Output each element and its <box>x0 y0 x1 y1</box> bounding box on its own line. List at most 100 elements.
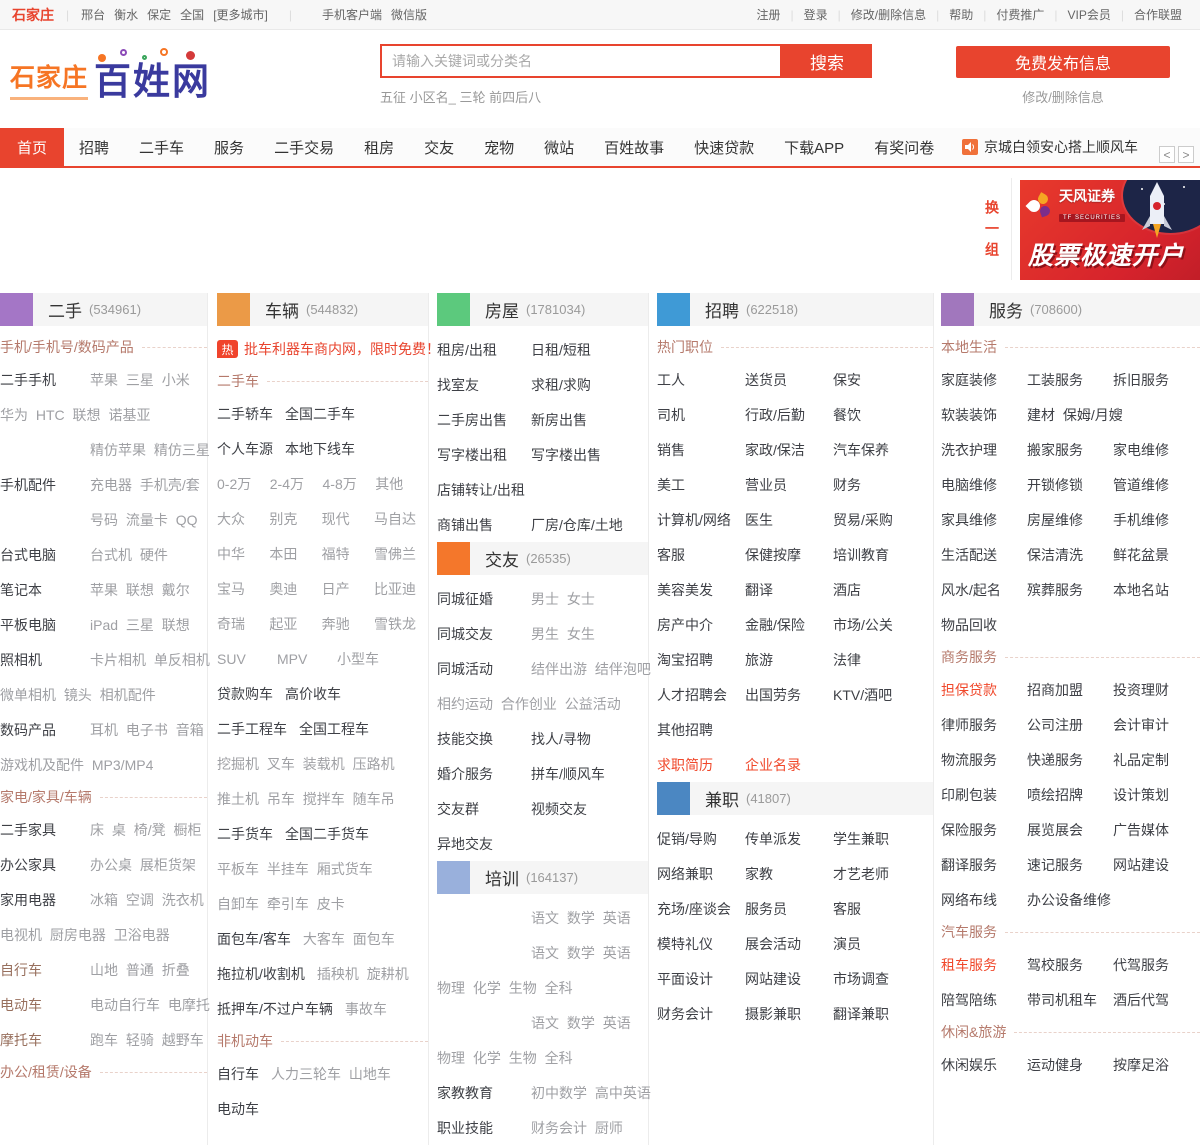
category-link[interactable]: 模特礼仪 <box>657 934 745 954</box>
category-link[interactable]: 二手房出售 <box>437 410 519 430</box>
category-link[interactable]: 医生 <box>745 510 833 530</box>
sub-link[interactable]: 事故车 <box>345 999 387 1019</box>
nav-tab[interactable]: 租房 <box>349 128 409 166</box>
nav-tab[interactable]: 服务 <box>199 128 259 166</box>
category-link[interactable]: 异地交友 <box>437 834 519 854</box>
category-link[interactable]: 行政/后勤 <box>745 405 833 425</box>
category-link[interactable]: 面包车/客车 <box>217 929 291 949</box>
category-link[interactable]: 培训教育 <box>833 545 921 565</box>
category-link[interactable]: 二手轿车 <box>217 404 273 424</box>
category-link[interactable]: 招商加盟 <box>1027 680 1113 700</box>
category-link[interactable]: 物品回收 <box>941 615 1027 635</box>
ticker-text[interactable]: 京城白领安心搭上顺风车 <box>984 137 1138 157</box>
account-link[interactable]: 付费推广 <box>996 6 1044 23</box>
category-link[interactable]: 日租/短租 <box>531 340 591 360</box>
sub-link[interactable]: 推土机 吊车 搅拌车 随车吊 <box>217 789 395 809</box>
category-link[interactable]: 鲜花盆景 <box>1113 545 1199 565</box>
category-link[interactable]: 家具维修 <box>941 510 1027 530</box>
top-city-link[interactable]: [更多城市] <box>213 8 268 22</box>
site-logo[interactable]: 石家庄 百姓网 <box>10 58 211 100</box>
category-link[interactable]: 财务会计 <box>657 1004 745 1024</box>
sub-link[interactable]: MPV <box>277 651 325 667</box>
hot-link[interactable]: 求职简历 <box>657 755 745 775</box>
sub-link[interactable]: 冰箱 空调 洗衣机 <box>90 890 204 910</box>
ticker-prev-button[interactable]: < <box>1159 146 1175 163</box>
category-link[interactable]: 商铺出售 <box>437 515 519 535</box>
category-link[interactable]: 个人车源 <box>217 439 273 459</box>
category-link[interactable]: 保健按摩 <box>745 545 833 565</box>
category-link[interactable]: 职业技能 <box>437 1118 519 1138</box>
category-link[interactable]: 写字楼出租 <box>437 445 519 465</box>
category-link[interactable]: 全国二手车 <box>285 404 355 424</box>
sub-link[interactable]: 耳机 电子书 音箱 <box>90 720 204 740</box>
sub-link[interactable]: 奇瑞 <box>217 614 257 634</box>
category-link[interactable]: 摄影兼职 <box>745 1004 833 1024</box>
sub-link[interactable]: 0-2万 <box>217 474 258 494</box>
hot-link[interactable]: 企业名录 <box>745 755 833 775</box>
category-link[interactable]: 速记服务 <box>1027 855 1113 875</box>
nav-tab[interactable]: 二手车 <box>124 128 199 166</box>
category-link[interactable]: 同城活动 <box>437 659 519 679</box>
category-link[interactable]: 房产中介 <box>657 615 745 635</box>
category-link[interactable]: 展览展会 <box>1027 820 1113 840</box>
category-link[interactable]: 网络兼职 <box>657 864 745 884</box>
category-link[interactable]: 拆旧服务 <box>1113 370 1199 390</box>
category-name[interactable]: 二手 <box>33 293 82 326</box>
sub-link[interactable]: 初中数学 高中英语 <box>531 1083 651 1103</box>
category-link[interactable]: 手机配件 <box>0 475 78 495</box>
category-link[interactable]: 平面设计 <box>657 969 745 989</box>
category-link[interactable]: 礼品定制 <box>1113 750 1199 770</box>
category-link[interactable]: 演员 <box>833 934 921 954</box>
sub-link[interactable]: 宝马 <box>217 579 257 599</box>
category-link[interactable]: 生活配送 <box>941 545 1027 565</box>
category-link[interactable]: 同城交友 <box>437 624 519 644</box>
sub-link[interactable]: 微单相机 镜头 相机配件 <box>0 685 156 705</box>
category-link[interactable]: 家庭装修 <box>941 370 1027 390</box>
nav-tab[interactable]: 首页 <box>0 128 64 166</box>
category-link[interactable]: 计算机/网络 <box>657 510 745 530</box>
sub-link[interactable]: 结伴出游 结伴泡吧 <box>531 659 651 679</box>
ticker-next-button[interactable]: > <box>1178 146 1194 163</box>
category-link[interactable]: 交友群 <box>437 799 519 819</box>
category-link[interactable]: 酒店 <box>833 580 921 600</box>
account-link[interactable]: 合作联盟 <box>1134 6 1182 23</box>
category-link[interactable]: 本地名站 <box>1113 580 1199 600</box>
category-link[interactable]: 工人 <box>657 370 745 390</box>
category-link[interactable]: 休闲娱乐 <box>941 1055 1027 1075</box>
category-link[interactable]: 找人/寻物 <box>531 729 591 749</box>
top-city-link[interactable]: 保定 <box>147 8 171 22</box>
category-link[interactable]: 求租/求购 <box>531 375 591 395</box>
category-link[interactable]: 金融/保险 <box>745 615 833 635</box>
category-link[interactable]: 法律 <box>833 650 921 670</box>
category-link[interactable]: 建材 保姆/月嫂 <box>1027 405 1113 425</box>
category-link[interactable]: 技能交换 <box>437 729 519 749</box>
category-link[interactable]: 拖拉机/收割机 <box>217 964 305 984</box>
nav-tab[interactable]: 招聘 <box>64 128 124 166</box>
category-link[interactable]: 翻译 <box>745 580 833 600</box>
category-link[interactable]: 带司机租车 <box>1027 990 1113 1010</box>
category-link[interactable]: 台式电脑 <box>0 545 78 565</box>
category-link[interactable]: 工装服务 <box>1027 370 1113 390</box>
current-city[interactable]: 石家庄 <box>12 5 54 25</box>
category-link[interactable]: 其他招聘 <box>657 720 745 740</box>
sub-link[interactable]: 苹果 三星 小米 <box>90 370 190 390</box>
nav-tab[interactable]: 下载APP <box>769 128 859 166</box>
category-link[interactable]: 抵押车/不过户车辆 <box>217 999 333 1019</box>
category-link[interactable]: 数码产品 <box>0 720 78 740</box>
account-link[interactable]: 注册 <box>756 6 780 23</box>
category-link[interactable]: 家教 <box>745 864 833 884</box>
category-link[interactable]: 全国工程车 <box>299 719 369 739</box>
category-link[interactable]: 店铺转让/出租 <box>437 480 525 500</box>
sub-link[interactable]: 物理 化学 生物 全科 <box>437 1048 573 1068</box>
category-link[interactable]: 翻译兼职 <box>833 1004 921 1024</box>
sub-link[interactable]: 电动自行车 电摩托 <box>90 995 210 1015</box>
category-link[interactable]: 出国劳务 <box>745 685 833 705</box>
category-link[interactable]: 喷绘招牌 <box>1027 785 1113 805</box>
sub-link[interactable]: 办公桌 展柜货架 <box>90 855 196 875</box>
sub-link[interactable]: 号码 流量卡 QQ <box>90 510 198 530</box>
category-link[interactable]: 厂房/仓库/土地 <box>531 515 623 535</box>
search-input[interactable] <box>380 44 782 78</box>
category-name[interactable]: 招聘 <box>690 293 739 326</box>
sub-link[interactable]: 精仿苹果 精仿三星 <box>90 440 210 460</box>
category-link[interactable]: 搬家服务 <box>1027 440 1113 460</box>
